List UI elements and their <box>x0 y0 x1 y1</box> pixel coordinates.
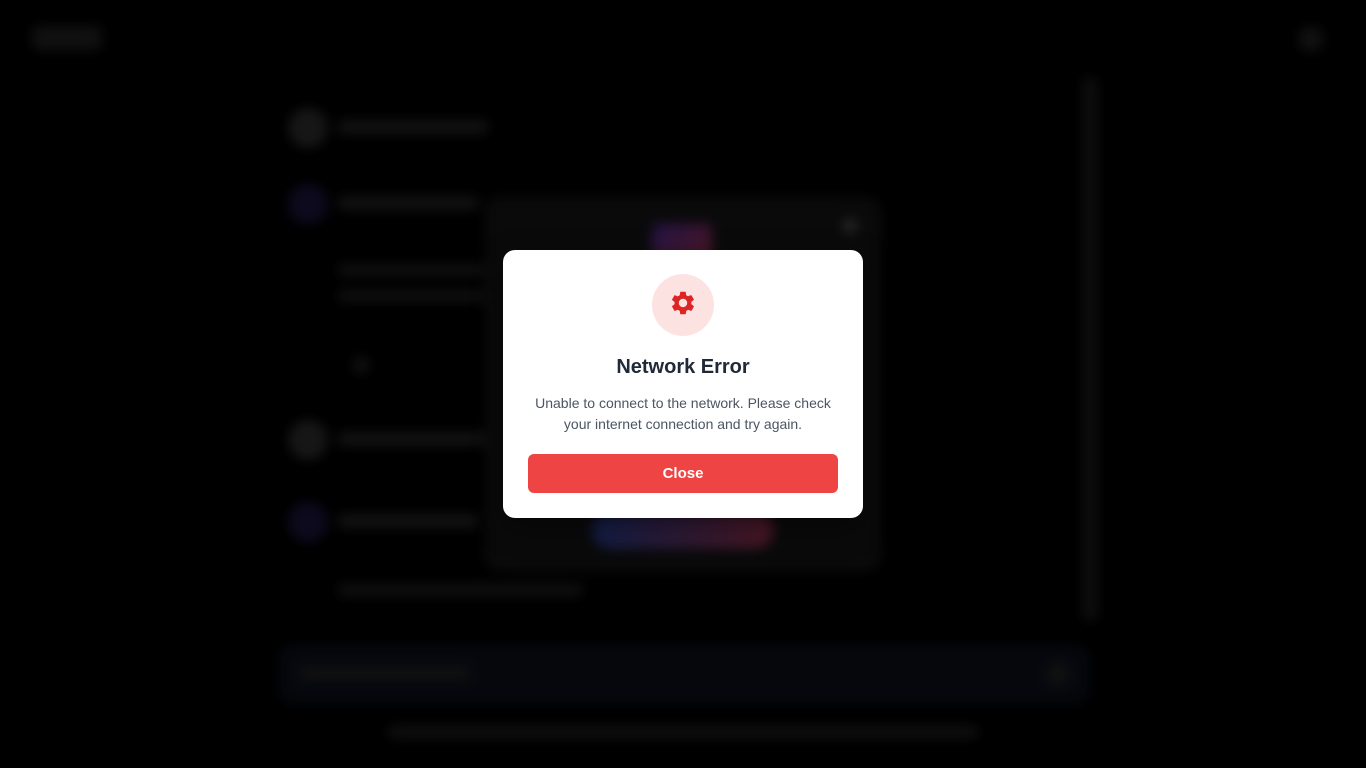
network-error-dialog: Network Error Unable to connect to the n… <box>503 250 863 518</box>
dialog-message: Unable to connect to the network. Please… <box>535 395 831 432</box>
error-icon-container <box>652 274 714 336</box>
dialog-title: Network Error <box>616 356 750 378</box>
close-button[interactable]: Close <box>528 454 838 493</box>
gear-icon <box>669 289 697 321</box>
